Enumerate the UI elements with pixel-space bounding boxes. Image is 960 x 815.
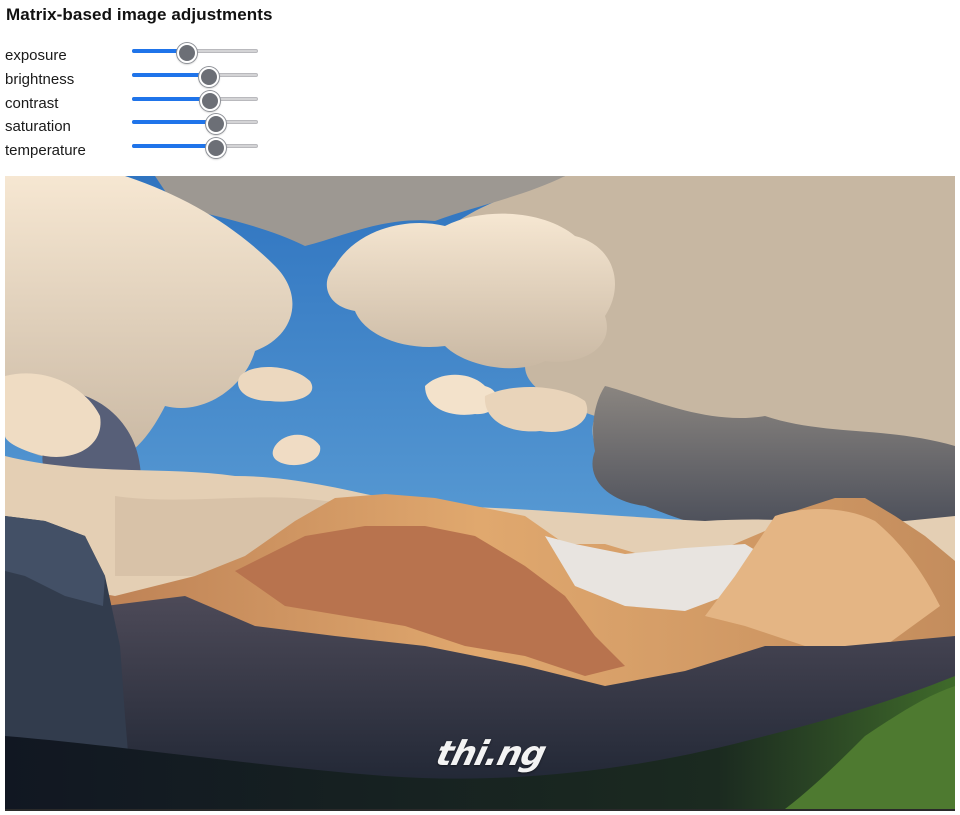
adjustment-controls: exposure brightness contrast saturation xyxy=(5,43,265,163)
exposure-label: exposure xyxy=(5,47,67,64)
temperature-slider[interactable] xyxy=(132,138,258,159)
slider-fill xyxy=(132,144,216,149)
slider-thumb[interactable] xyxy=(177,43,198,63)
slider-fill xyxy=(132,120,216,125)
control-row-saturation: saturation xyxy=(5,114,265,139)
slider-thumb[interactable] xyxy=(206,138,227,159)
thi-ng-logo-watermark: thi.ng xyxy=(432,734,550,774)
slider-thumb[interactable] xyxy=(199,90,220,111)
saturation-label: saturation xyxy=(5,118,71,136)
saturation-slider[interactable] xyxy=(132,114,258,135)
contrast-label: contrast xyxy=(5,94,59,112)
brightness-slider[interactable] xyxy=(132,66,258,87)
control-row-temperature: temperature xyxy=(5,138,265,163)
adjusted-image: thi.ng xyxy=(5,176,955,811)
slider-fill xyxy=(132,72,208,77)
page-title: Matrix-based image adjustments xyxy=(6,5,273,24)
slider-thumb[interactable] xyxy=(198,66,219,87)
exposure-slider[interactable] xyxy=(132,43,258,63)
brightness-label: brightness xyxy=(5,70,75,88)
control-row-exposure: exposure xyxy=(5,43,265,68)
control-row-brightness: brightness xyxy=(5,66,265,92)
slider-fill xyxy=(132,96,209,101)
slider-thumb[interactable] xyxy=(206,114,227,135)
temperature-label: temperature xyxy=(5,142,86,160)
landscape-photo xyxy=(5,176,955,809)
control-row-contrast: contrast xyxy=(5,90,265,116)
contrast-slider[interactable] xyxy=(132,90,258,111)
